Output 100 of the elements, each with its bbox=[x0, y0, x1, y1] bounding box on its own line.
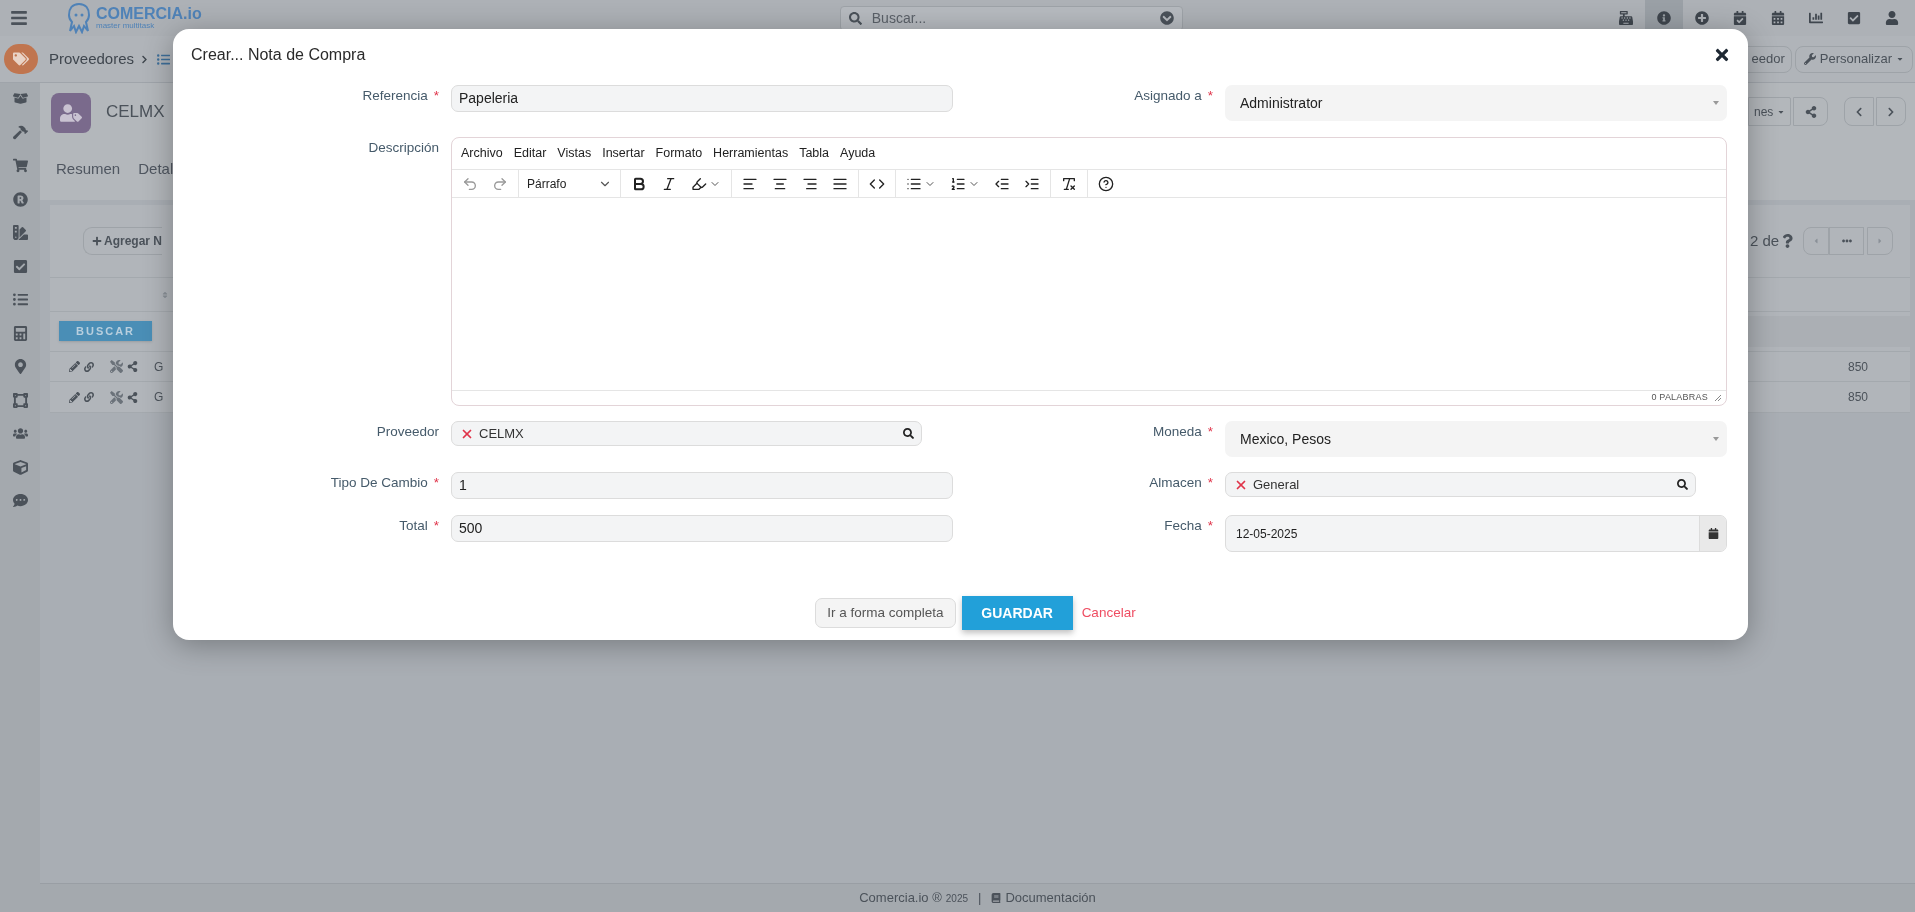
hammer-icon[interactable] bbox=[12, 124, 28, 140]
calendar-icon bbox=[1707, 528, 1719, 539]
search-icon bbox=[848, 11, 862, 25]
list-icon[interactable] bbox=[157, 52, 171, 66]
chat-icon[interactable] bbox=[12, 493, 28, 508]
field-label: Moneda bbox=[1152, 424, 1202, 439]
share-icon bbox=[1804, 105, 1817, 118]
required-mark: * bbox=[1207, 424, 1213, 439]
help-icon[interactable] bbox=[1098, 175, 1114, 192]
numbered-list-icon[interactable] bbox=[950, 175, 966, 192]
required-mark: * bbox=[433, 475, 439, 490]
table-cell-text: 850 bbox=[1847, 389, 1868, 407]
user-icon[interactable] bbox=[1885, 11, 1899, 25]
tools-icon[interactable] bbox=[110, 360, 123, 374]
record-tab[interactable]: Resumen bbox=[56, 158, 121, 181]
record-tab[interactable]: Detal bbox=[138, 158, 174, 181]
caret-down-icon bbox=[1713, 437, 1719, 441]
date-field[interactable]: 12-05-2025 bbox=[1225, 515, 1727, 552]
lookup-field[interactable]: General bbox=[1225, 472, 1696, 497]
box-icon[interactable] bbox=[12, 91, 28, 106]
editor-menu-item[interactable]: Herramientas bbox=[713, 144, 789, 163]
checkbox-icon[interactable] bbox=[1847, 11, 1861, 25]
required-mark: * bbox=[1207, 88, 1213, 103]
text-field[interactable]: 500 bbox=[451, 515, 953, 542]
calculator-icon[interactable] bbox=[12, 325, 28, 341]
select-field[interactable]: Mexico, Pesos bbox=[1225, 421, 1727, 457]
users-icon[interactable] bbox=[12, 426, 28, 441]
text-field[interactable]: 1 bbox=[451, 472, 953, 499]
list-icon[interactable] bbox=[12, 292, 28, 307]
editor-menu-item[interactable]: Tabla bbox=[799, 144, 830, 163]
edit-icon[interactable] bbox=[69, 391, 80, 403]
field-label: Asignado a bbox=[1134, 88, 1202, 103]
swatch-icon[interactable] bbox=[12, 225, 28, 240]
lookup-field[interactable]: CELMX bbox=[451, 421, 922, 446]
editor-menu-item[interactable]: Editar bbox=[513, 144, 547, 163]
cancel-link[interactable]: Cancelar bbox=[1081, 602, 1136, 624]
breadcrumb-link[interactable]: Proveedores bbox=[49, 47, 135, 71]
text-field[interactable]: Papeleria bbox=[451, 85, 953, 112]
editor-menu-item[interactable]: Vistas bbox=[557, 144, 592, 163]
plus-icon[interactable] bbox=[1695, 11, 1709, 25]
calendar-check-icon[interactable] bbox=[1733, 11, 1747, 25]
cube-icon[interactable] bbox=[12, 459, 28, 475]
editor-menu-item[interactable]: Insertar bbox=[602, 144, 645, 163]
editor-menu-item[interactable]: Archivo bbox=[461, 144, 503, 163]
edit-icon[interactable] bbox=[69, 361, 80, 373]
undo-icon[interactable] bbox=[462, 175, 478, 192]
record-title: CELMX bbox=[106, 101, 165, 123]
footer-separator: | bbox=[978, 889, 982, 908]
required-mark: * bbox=[433, 88, 439, 103]
calendar-button[interactable] bbox=[1699, 516, 1726, 551]
customize-button[interactable]: Personalizar bbox=[1794, 45, 1913, 73]
copyright-text: Comercia.io ® bbox=[859, 889, 942, 908]
chevron-left-icon bbox=[1854, 106, 1865, 117]
block-format-select[interactable]: Párrafo bbox=[519, 170, 621, 197]
bar-chart-icon[interactable] bbox=[1809, 11, 1823, 25]
info-icon[interactable] bbox=[1657, 11, 1671, 25]
rich-text-editor[interactable]: Archivo Editar Vistas Insertar Formato Herramientas Tabla Ayuda Párrafo 0 PALABRAS bbox=[451, 137, 1727, 406]
italic-icon[interactable] bbox=[661, 175, 677, 192]
share-button[interactable] bbox=[1793, 97, 1829, 126]
editor-menu-item[interactable]: Formato bbox=[655, 144, 703, 163]
table-cell-text: G bbox=[154, 389, 164, 407]
checkbox-icon[interactable] bbox=[12, 258, 28, 274]
share-icon[interactable] bbox=[127, 361, 138, 373]
add-button[interactable]: Agregar N bbox=[83, 227, 162, 256]
resize-handle-icon[interactable] bbox=[1714, 394, 1722, 402]
select-field[interactable]: Administrator bbox=[1225, 85, 1727, 121]
copyright-year: 2025 bbox=[945, 891, 969, 906]
logo-text: COMERCIA.io bbox=[96, 6, 202, 22]
chevron-down-icon[interactable] bbox=[1159, 11, 1174, 25]
full-form-button[interactable]: Ir a forma completa bbox=[815, 598, 956, 628]
octopus-logo-icon bbox=[66, 2, 92, 34]
cash-register-icon[interactable] bbox=[1619, 11, 1633, 25]
field-label: Fecha bbox=[1164, 518, 1202, 533]
caret-left-icon bbox=[1812, 237, 1821, 246]
highlighter-icon[interactable] bbox=[691, 175, 707, 192]
map-pin-icon[interactable] bbox=[12, 359, 28, 374]
link-icon[interactable] bbox=[84, 392, 94, 403]
tools-icon[interactable] bbox=[110, 390, 123, 404]
link-icon[interactable] bbox=[84, 361, 94, 372]
editor-menu-item[interactable]: Ayuda bbox=[840, 144, 876, 163]
field-label: Descripción bbox=[368, 140, 439, 155]
actions-button[interactable]: nes bbox=[1748, 97, 1792, 126]
tags-icon bbox=[13, 51, 29, 67]
question-icon[interactable] bbox=[1782, 234, 1794, 249]
share-icon[interactable] bbox=[127, 391, 138, 403]
word-count: 0 PALABRAS bbox=[1651, 391, 1708, 405]
cart-icon[interactable] bbox=[12, 158, 28, 173]
redo-icon[interactable] bbox=[492, 175, 508, 192]
required-mark: * bbox=[1207, 518, 1213, 533]
registered-icon[interactable] bbox=[12, 191, 28, 207]
search-icon[interactable] bbox=[903, 428, 914, 439]
tag-app-button[interactable] bbox=[4, 44, 38, 74]
bold-icon[interactable] bbox=[631, 175, 647, 192]
calendar-icon[interactable] bbox=[1771, 11, 1785, 25]
menu-icon[interactable] bbox=[10, 9, 28, 27]
close-icon[interactable] bbox=[1714, 46, 1730, 64]
clear-formatting-icon[interactable] bbox=[1061, 175, 1077, 192]
search-icon[interactable] bbox=[1677, 479, 1688, 490]
chevron-right-icon bbox=[140, 54, 150, 64]
page-indicator: 2 de bbox=[1750, 230, 1780, 251]
